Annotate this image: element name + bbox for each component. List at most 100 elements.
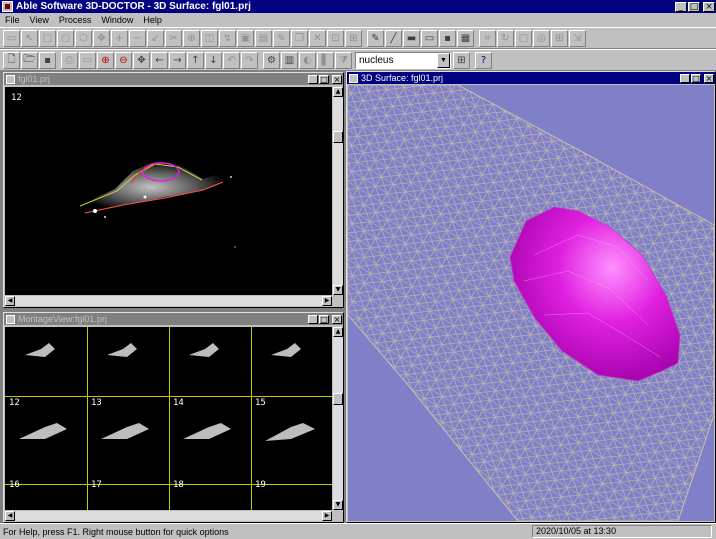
status-bar: For Help, press F1. Right mouse button f…	[0, 523, 716, 539]
scroll-left-icon[interactable]: ◀	[5, 511, 15, 521]
zoom-out-icon[interactable]: ⊖	[115, 51, 132, 69]
montage-horizontal-scrollbar[interactable]: ◀ ▶	[5, 511, 332, 521]
menu-view[interactable]: View	[25, 15, 54, 25]
surface-view-titlebar[interactable]: 3D Surface: fgl01.prj _ □ ×	[347, 72, 715, 84]
arrow-right-icon[interactable]: →	[169, 51, 186, 69]
help-icon[interactable]: ?	[475, 51, 492, 69]
object-settings-icon[interactable]: ⊞	[453, 51, 470, 69]
menubar: File View Process Window Help	[0, 13, 716, 26]
maximize-button[interactable]: □	[688, 1, 700, 12]
ellipse-icon[interactable]: ○	[57, 29, 74, 47]
arrow-up-icon[interactable]: ↑	[187, 51, 204, 69]
scroll-right-icon[interactable]: ▶	[322, 511, 332, 521]
frame-label-19: 19	[255, 480, 266, 490]
pan-icon[interactable]: ✥	[133, 51, 150, 69]
grid-icon[interactable]: ⊞	[551, 29, 568, 47]
arrow-icon[interactable]: ↙	[147, 29, 164, 47]
surface-minimize-button[interactable]: _	[680, 73, 690, 83]
resize-icon[interactable]: ⇲	[569, 29, 586, 47]
image-view-minimize-button[interactable]: _	[308, 74, 318, 84]
slice-number-label: 12	[11, 93, 22, 103]
slice-icon[interactable]: ▥	[281, 51, 298, 69]
delete-boundary-icon[interactable]: ✕	[309, 29, 326, 47]
scroll-down-icon[interactable]: ▼	[333, 285, 343, 295]
eraser-icon[interactable]: ▭	[421, 29, 438, 47]
image-view-title: fgl01.prj	[18, 74, 51, 84]
surface-render	[348, 85, 714, 521]
filter-icon[interactable]: ⧩	[335, 51, 352, 69]
edit-icon[interactable]: ✎	[273, 29, 290, 47]
pen-icon[interactable]: ✎	[367, 29, 384, 47]
gear-icon[interactable]: ⚙	[263, 51, 280, 69]
image-canvas[interactable]: 12	[5, 87, 332, 295]
menu-process[interactable]: Process	[54, 15, 97, 25]
join-boundary-icon[interactable]: ⊕	[183, 29, 200, 47]
scroll-left-icon[interactable]: ◀	[5, 296, 15, 306]
line-icon[interactable]: ╱	[385, 29, 402, 47]
surface-close-button[interactable]: ×	[704, 73, 714, 83]
menu-help[interactable]: Help	[138, 15, 167, 25]
circle-icon[interactable]: ◎	[533, 29, 550, 47]
zoom-box-icon[interactable]: ⊡	[327, 29, 344, 47]
scroll-down-icon[interactable]: ▼	[333, 500, 343, 510]
cut-boundary-icon[interactable]: ✂	[165, 29, 182, 47]
rotate-icon[interactable]: ↻	[497, 29, 514, 47]
brush-icon[interactable]: ▬	[403, 29, 420, 47]
arrow-left-icon[interactable]: ←	[151, 51, 168, 69]
menu-window[interactable]: Window	[96, 15, 138, 25]
surface-canvas[interactable]	[348, 85, 714, 521]
image-view-titlebar[interactable]: fgl01.prj _ □ ×	[4, 73, 343, 85]
montage-view-titlebar[interactable]: MontageView:fgl01.prj _ □ ×	[4, 313, 343, 325]
chevron-down-icon[interactable]: ▼	[437, 52, 450, 68]
menu-file[interactable]: File	[0, 15, 25, 25]
object-select[interactable]: nucleus ▼	[355, 51, 451, 69]
scroll-up-icon[interactable]: ▲	[333, 87, 343, 97]
polygon-icon[interactable]: ⬠	[75, 29, 92, 47]
montage-vertical-scrollbar[interactable]: ▲ ▼	[333, 327, 343, 510]
color-icon[interactable]: ▪	[439, 29, 456, 47]
zoom-in-icon[interactable]: ⊕	[97, 51, 114, 69]
app-icon[interactable]	[2, 1, 13, 12]
image-vertical-scrollbar[interactable]: ▲ ▼	[333, 87, 343, 295]
image-info-icon[interactable]: ▭	[79, 51, 96, 69]
minimize-button[interactable]: _	[675, 1, 687, 12]
pointer-icon[interactable]: ↖	[21, 29, 38, 47]
close-button[interactable]: ×	[703, 1, 715, 12]
montage-close-button[interactable]: ×	[332, 314, 342, 324]
image-vscroll-thumb[interactable]	[333, 131, 343, 143]
rectangle-icon[interactable]: □	[39, 29, 56, 47]
surface-maximize-button[interactable]: □	[691, 73, 701, 83]
montage-minimize-button[interactable]: _	[308, 314, 318, 324]
montage-maximize-button[interactable]: □	[319, 314, 329, 324]
copy-boundary-icon[interactable]: ❐	[291, 29, 308, 47]
arrow-down-icon[interactable]: ↓	[205, 51, 222, 69]
montage-canvas[interactable]: 12 13 14 15 16 17 18 19	[5, 327, 332, 510]
delete-point-icon[interactable]: −	[129, 29, 146, 47]
print-icon[interactable]: ⎙	[61, 51, 78, 69]
contrast-icon[interactable]: ◐	[299, 51, 316, 69]
image-horizontal-scrollbar[interactable]: ◀ ▶	[5, 296, 332, 306]
image-view-maximize-button[interactable]: □	[319, 74, 329, 84]
histogram-icon[interactable]: ▌	[317, 51, 334, 69]
move-boundary-icon[interactable]: ✥	[93, 29, 110, 47]
redo-icon[interactable]: ↷	[241, 51, 258, 69]
add-point-icon[interactable]: +	[111, 29, 128, 47]
montage-vscroll-thumb[interactable]	[333, 393, 343, 405]
select-region-icon[interactable]: ▭	[3, 29, 20, 47]
undo-icon[interactable]: ↶	[223, 51, 240, 69]
crop-icon[interactable]: ⌗	[479, 29, 496, 47]
measure-icon[interactable]: ⊞	[345, 29, 362, 47]
square-icon[interactable]: □	[515, 29, 532, 47]
trace-icon[interactable]: ↯	[219, 29, 236, 47]
scroll-right-icon[interactable]: ▶	[322, 296, 332, 306]
frame-label-17: 17	[91, 480, 102, 490]
open-folder-icon[interactable]: 🗁	[21, 51, 38, 69]
image-view-close-button[interactable]: ×	[332, 74, 342, 84]
scroll-up-icon[interactable]: ▲	[333, 327, 343, 337]
texture-icon[interactable]: ▦	[457, 29, 474, 47]
fill-icon[interactable]: ▤	[255, 29, 272, 47]
save-icon[interactable]: ▪	[39, 51, 56, 69]
frame-icon[interactable]: ▣	[237, 29, 254, 47]
region-grow-icon[interactable]: ◫	[201, 29, 218, 47]
new-file-icon[interactable]: 🗋	[3, 51, 20, 69]
